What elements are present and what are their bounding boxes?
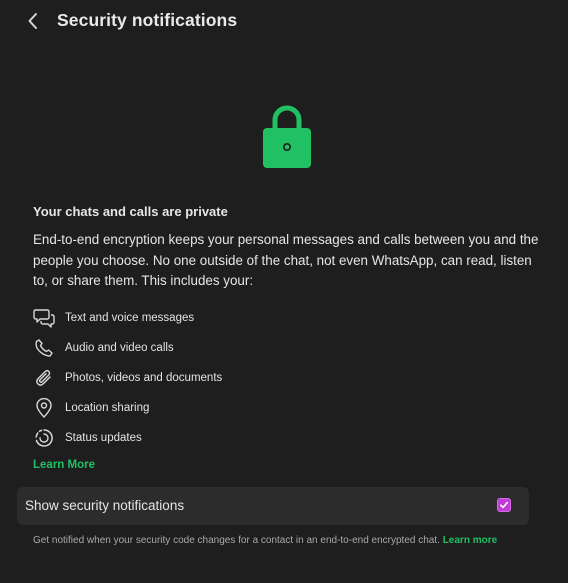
setting-footnote: Get notified when your security code cha… xyxy=(33,534,528,547)
feature-label: Text and voice messages xyxy=(65,312,195,324)
status-icon xyxy=(33,427,55,449)
checkmark-icon xyxy=(500,501,509,509)
feature-item-status: Status updates xyxy=(33,423,222,453)
feature-item-location: Location sharing xyxy=(33,393,222,423)
feature-item-calls: Audio and video calls xyxy=(33,333,222,363)
security-notifications-checkbox[interactable] xyxy=(497,498,511,512)
feature-list: Text and voice messages Audio and video … xyxy=(33,303,222,453)
feature-item-attachments: Photos, videos and documents xyxy=(33,363,222,393)
section-heading: Your chats and calls are private xyxy=(33,204,228,219)
encryption-description: End-to-end encryption keeps your persona… xyxy=(33,232,539,288)
feature-label: Photos, videos and documents xyxy=(65,372,223,384)
lock-icon xyxy=(263,105,311,168)
header: Security notifications xyxy=(0,0,568,42)
setting-label: Show security notifications xyxy=(25,498,185,513)
footnote-learn-more-link[interactable]: Learn more xyxy=(443,535,497,546)
paperclip-icon xyxy=(33,367,55,389)
feature-label: Location sharing xyxy=(65,402,150,414)
chat-bubbles-icon xyxy=(33,307,55,329)
learn-more-link[interactable]: Learn More xyxy=(33,459,95,471)
feature-label: Status updates xyxy=(65,432,142,444)
footnote-text: Get notified when your security code cha… xyxy=(33,535,440,546)
chevron-left-icon xyxy=(28,13,37,29)
location-pin-icon xyxy=(33,397,55,419)
security-notifications-setting[interactable]: Show security notifications xyxy=(17,487,529,525)
feature-label: Audio and video calls xyxy=(65,342,174,354)
feature-item-messages: Text and voice messages xyxy=(33,303,222,333)
hero-lock xyxy=(260,102,314,170)
phone-icon xyxy=(33,337,55,359)
page-title: Security notifications xyxy=(57,10,238,30)
back-button[interactable] xyxy=(22,9,44,33)
